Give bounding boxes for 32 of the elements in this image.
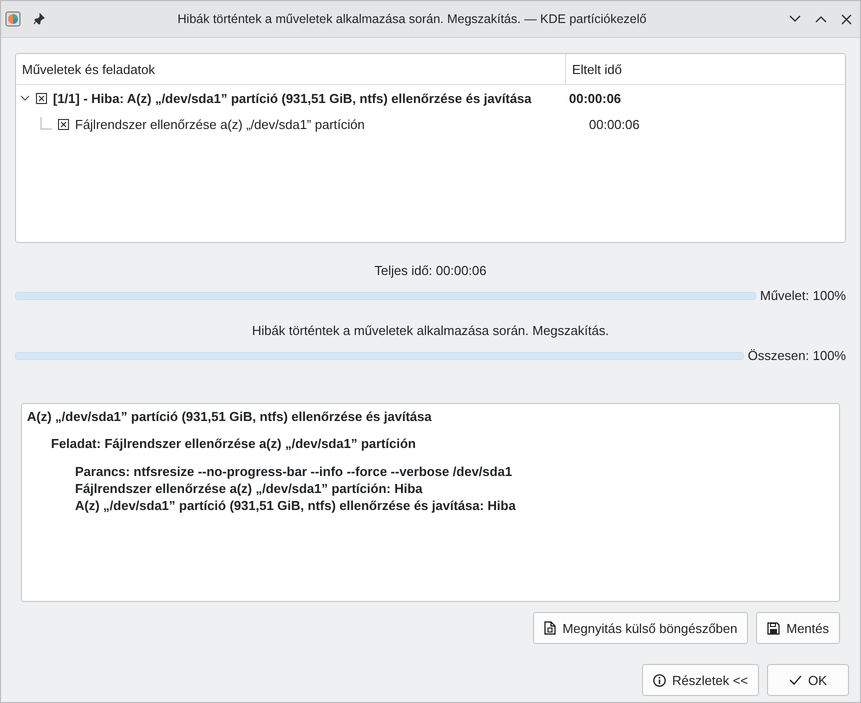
maximize-icon[interactable] bbox=[815, 15, 827, 23]
tree-branch-line bbox=[40, 117, 52, 131]
document-icon bbox=[544, 621, 556, 635]
status-message: Hibák történtek a műveletek alkalmazása során. Megszakítás. bbox=[252, 323, 609, 338]
details-button[interactable]: Részletek << bbox=[642, 664, 759, 696]
operation-label: [1/1] - Hiba: A(z) „/dev/sda1” partíció (931,51 GiB, ntfs) ellenőrzése és javítása bbox=[53, 90, 532, 106]
log-line: Feladat: Fájlrendszer ellenőrzése a(z) „/dev/sda1” partíción bbox=[50, 436, 417, 451]
column-header[interactable]: Műveletek és feladatok bbox=[16, 54, 566, 84]
log-line: A(z) „/dev/sda1” partíció (931,51 GiB, ntfs) ellenőrzése és javítása: Hiba bbox=[74, 497, 517, 514]
pin-icon[interactable] bbox=[33, 13, 45, 25]
open-browser-button[interactable]: Megnyitás külső böngészőben bbox=[533, 612, 748, 644]
app-icon bbox=[5, 11, 21, 27]
info-icon bbox=[653, 674, 666, 686]
save-icon bbox=[767, 622, 780, 634]
progress-reading: Összesen: 100% bbox=[748, 348, 846, 363]
save-button[interactable]: Mentés bbox=[756, 612, 840, 644]
minimize-icon[interactable] bbox=[789, 15, 801, 23]
column-header[interactable]: Eltelt idő bbox=[566, 54, 845, 84]
close-icon[interactable] bbox=[841, 14, 852, 24]
progress-reading: Művelet: 100% bbox=[760, 288, 846, 303]
elapsed-time: 00:00:06 bbox=[588, 116, 641, 132]
error-icon bbox=[58, 118, 69, 130]
total-time: Teljes idő: 00:00:06 bbox=[374, 263, 487, 278]
ok-button[interactable]: OK bbox=[767, 664, 849, 696]
elapsed-time: 00:00:06 bbox=[568, 90, 622, 106]
log-line: Fájlrendszer ellenőrzése a(z) „/dev/sda1” partíción: Hiba bbox=[74, 480, 424, 497]
error-icon bbox=[36, 92, 47, 104]
window-title: Hibák történtek a műveletek alkalmazása során. Megszakítás. — KDE partíciókezelő bbox=[176, 12, 648, 26]
log-line: A(z) „/dev/sda1” partíció (931,51 GiB, ntfs) ellenőrzése és javítása bbox=[27, 409, 433, 424]
log-line: Parancs: ntfsresize --no-progress-bar --info --force --verbose /dev/sda1 bbox=[74, 463, 514, 480]
task-label: Fájlrendszer ellenőrzése a(z) „/dev/sda1” partíción bbox=[75, 116, 365, 132]
check-icon bbox=[789, 675, 802, 685]
